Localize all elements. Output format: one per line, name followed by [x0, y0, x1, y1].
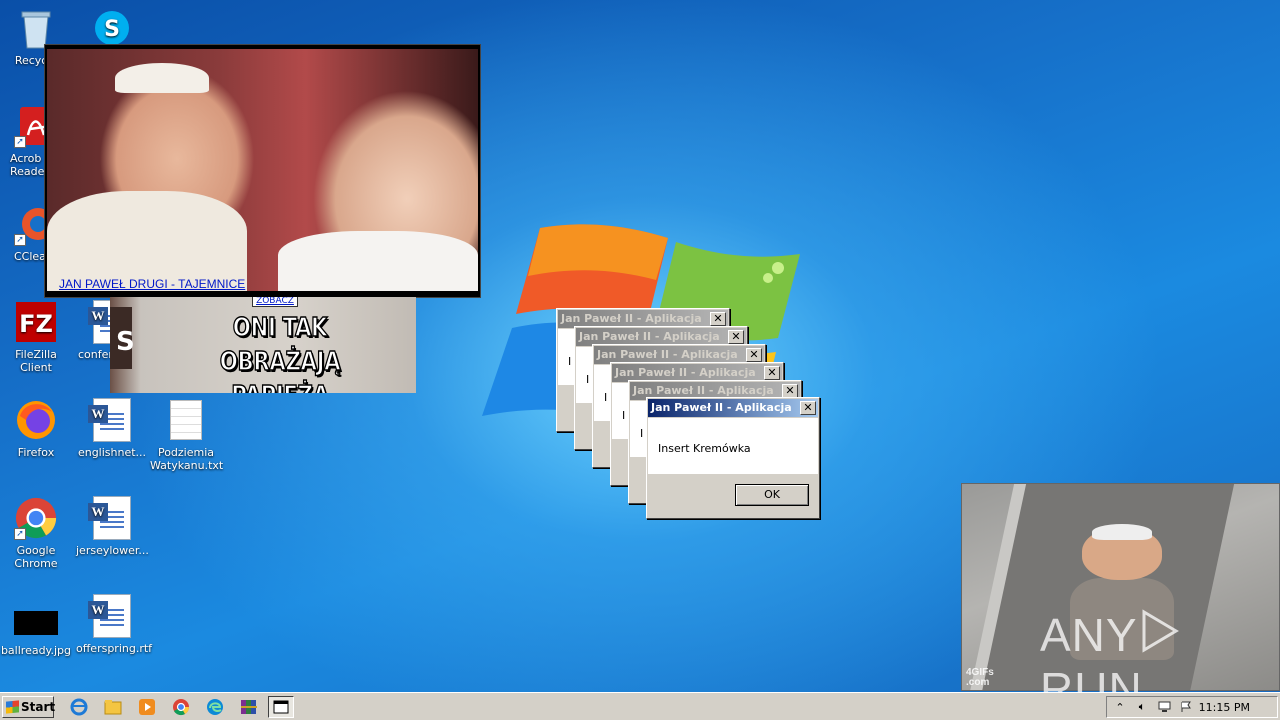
- ok-button[interactable]: OK: [735, 484, 809, 506]
- popup-image-cap: [115, 63, 209, 93]
- dialog-message-fragment: I: [640, 427, 644, 440]
- watermark-left: ANY: [1040, 609, 1138, 661]
- close-button[interactable]: ✕: [746, 348, 762, 362]
- network-icon[interactable]: [1157, 700, 1171, 714]
- dialog-message: Insert Kremówka: [658, 442, 751, 455]
- close-button[interactable]: ✕: [764, 366, 780, 380]
- image-file-icon: [14, 606, 58, 640]
- popup-meme-text: ONI TAK OBRAŻAJĄ PAPIEŻA: [219, 312, 341, 393]
- winrar-icon[interactable]: [238, 697, 260, 717]
- explorer-icon[interactable]: [102, 697, 124, 717]
- dialog-title: Jan Paweł II - Aplikacja: [579, 330, 720, 343]
- popup-image-robe: [47, 191, 247, 291]
- dialog-body: Insert Kremówka: [648, 418, 818, 474]
- svg-text:FZ: FZ: [19, 310, 53, 338]
- desktop-icon-label: Firefox: [17, 446, 55, 459]
- dialog-title: Jan Paweł II - Aplikacja: [561, 312, 702, 325]
- taskbar: Start ⌃ 🔈︎ 11:15 PM: [0, 692, 1280, 720]
- chrome-icon[interactable]: [170, 697, 192, 717]
- close-button[interactable]: ✕: [728, 330, 744, 344]
- windows-flag-icon: [6, 700, 19, 714]
- popup-window-2[interactable]: S ZOBACZ ONI TAK OBRAŻAJĄ PAPIEŻA: [110, 297, 416, 393]
- dialog-message-fragment: I: [586, 373, 590, 386]
- desktop-icon-firefox[interactable]: Firefox: [0, 398, 72, 459]
- filezilla-icon: FZ: [14, 300, 58, 344]
- firefox-icon: [14, 398, 58, 442]
- play-icon: [1142, 609, 1179, 653]
- start-button[interactable]: Start: [2, 696, 56, 718]
- desktop-icon-chrome[interactable]: ➚ Google Chrome: [0, 496, 72, 570]
- close-button[interactable]: ✕: [800, 401, 816, 415]
- dialog-title: Jan Paweł II - Aplikacja: [651, 401, 792, 414]
- speaker-icon[interactable]: 🔈︎: [1135, 700, 1149, 714]
- media-player-icon[interactable]: [136, 697, 158, 717]
- edge-icon[interactable]: [204, 697, 226, 717]
- desktop-icon-englishnet[interactable]: W englishnet...: [76, 398, 148, 459]
- popup-figure-hat: [1092, 524, 1152, 540]
- desktop-icon-offerspring[interactable]: W offerspring.rtf: [76, 594, 152, 655]
- desktop-icon-label: Acrob Reader: [10, 152, 46, 178]
- dialog-title: Jan Paweł II - Aplikacja: [633, 384, 774, 397]
- word-doc-icon: W: [88, 496, 134, 540]
- desktop-icon-podziemia[interactable]: Podziemia Watykanu.txt: [150, 398, 224, 472]
- popup-image-cloth: [278, 231, 478, 291]
- ie-icon[interactable]: [68, 697, 90, 717]
- desktop-icon-label: jerseylower...: [76, 544, 149, 557]
- chevron-up-icon[interactable]: ⌃: [1113, 700, 1127, 714]
- text-file-icon: [164, 398, 208, 442]
- desktop-icon-jerseylower[interactable]: W jerseylower...: [76, 496, 149, 557]
- action-center-icon[interactable]: [1179, 700, 1193, 714]
- dialog-message-fragment: I: [622, 409, 626, 422]
- desktop-icon-label: Podziemia Watykanu.txt: [150, 446, 224, 472]
- dialog-title: Jan Paweł II - Aplikacja: [597, 348, 738, 361]
- shortcut-arrow-icon: ➚: [14, 136, 26, 148]
- popup-window-1[interactable]: JAN PAWEŁ DRUGI - TAJEMNICE: [44, 44, 481, 298]
- word-doc-icon: W: [88, 594, 134, 638]
- word-doc-icon: W: [88, 398, 134, 442]
- system-tray: ⌃ 🔈︎ 11:15 PM: [1106, 696, 1278, 718]
- popup-cta-button[interactable]: ZOBACZ: [252, 297, 298, 307]
- desktop-icon-label: CClean: [14, 250, 46, 263]
- desktop-icon-label: ballready.jpg: [0, 644, 72, 657]
- shortcut-arrow-icon: ➚: [14, 234, 26, 246]
- dialog-title: Jan Paweł II - Aplikacja: [615, 366, 756, 379]
- dialog-message-fragment: I: [568, 355, 572, 368]
- dialog-active[interactable]: Jan Paweł II - Aplikacja ✕ Insert Kremówk…: [646, 397, 820, 519]
- popup-link[interactable]: JAN PAWEŁ DRUGI - TAJEMNICE: [59, 277, 245, 291]
- svg-text:S: S: [104, 17, 120, 42]
- shortcut-arrow-icon: ➚: [14, 528, 26, 540]
- popup-side-letter: S: [116, 327, 135, 357]
- close-button[interactable]: ✕: [710, 312, 726, 326]
- gif-watermark: 4GIFs .com: [966, 667, 994, 688]
- desktop-icon-label: FileZilla Client: [15, 348, 57, 374]
- desktop-icon-label: offerspring.rtf: [76, 642, 153, 655]
- desktop-icon-filezilla[interactable]: FZ FileZilla Client: [0, 300, 72, 374]
- window-icon[interactable]: [268, 696, 294, 718]
- desktop-icon-ballready[interactable]: ballready.jpg: [0, 606, 72, 657]
- clock[interactable]: 11:15 PM: [1199, 701, 1250, 714]
- dialog-message-fragment: I: [604, 391, 608, 404]
- dialog-titlebar[interactable]: Jan Paweł II - Aplikacja ✕: [648, 399, 818, 417]
- desktop-icon-label: Google Chrome: [14, 544, 58, 570]
- desktop-icon-label: englishnet...: [77, 446, 147, 459]
- start-label: Start: [21, 700, 56, 714]
- chrome-icon: ➚: [14, 496, 58, 540]
- close-button[interactable]: ✕: [782, 384, 798, 398]
